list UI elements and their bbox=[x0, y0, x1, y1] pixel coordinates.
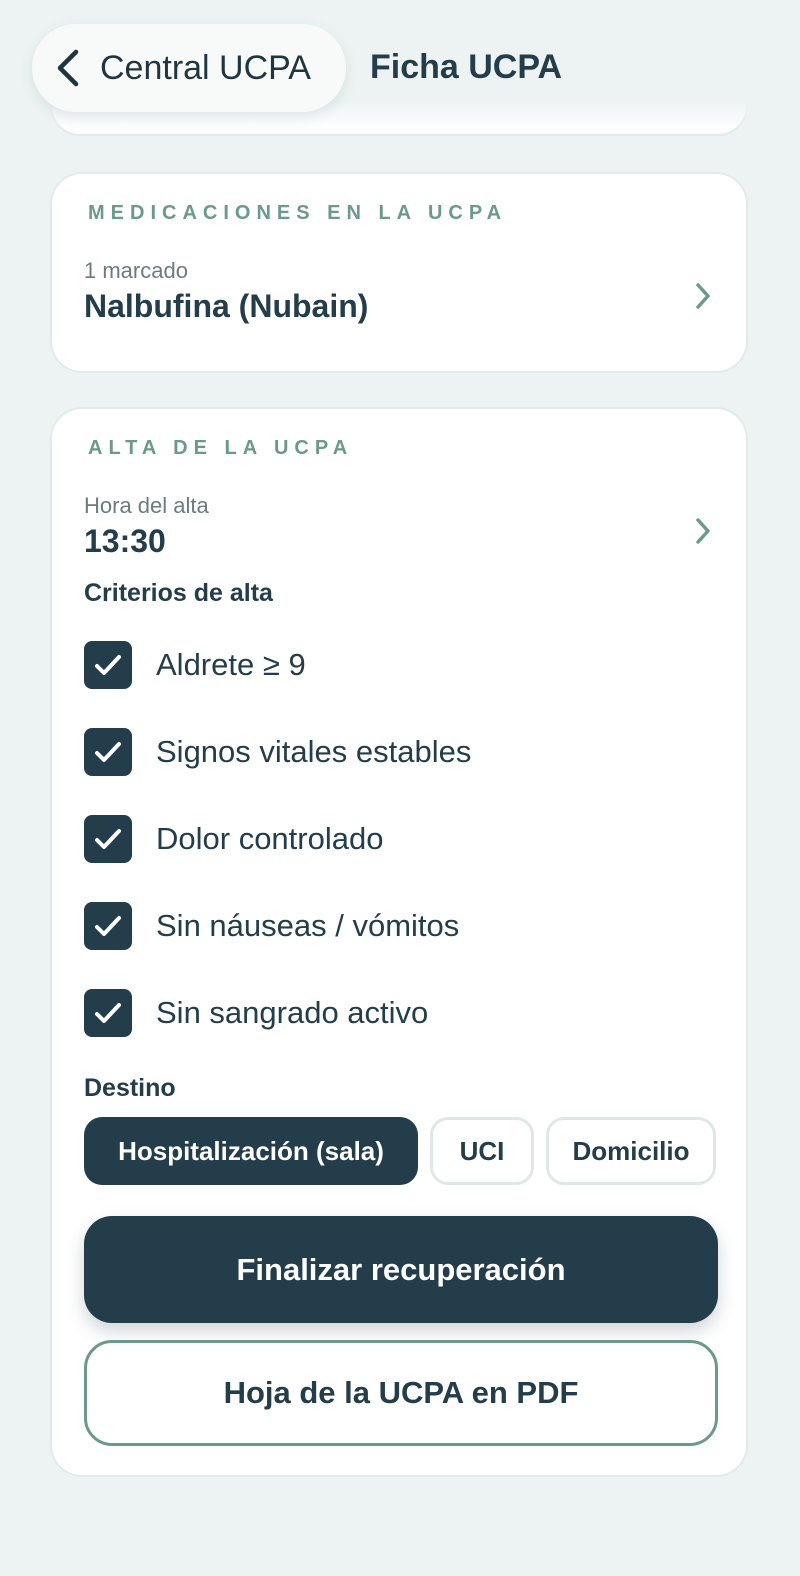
destination-option-home[interactable]: Domicilio bbox=[546, 1117, 716, 1185]
checkmark-icon bbox=[95, 1003, 121, 1023]
medications-value: Nalbufina (Nubain) bbox=[84, 288, 369, 324]
medications-section-title: MEDICACIONES EN LA UCPA bbox=[88, 202, 508, 224]
chevron-right-icon bbox=[694, 517, 712, 545]
checkbox-checked[interactable] bbox=[84, 989, 132, 1037]
criterion-label: Sin sangrado activo bbox=[156, 995, 429, 1030]
criterion-checkbox-row[interactable]: Dolor controlado bbox=[84, 814, 684, 864]
checkbox-checked[interactable] bbox=[84, 815, 132, 863]
chevron-left-icon bbox=[54, 48, 84, 88]
destination-option-ward[interactable]: Hospitalización (sala) bbox=[84, 1117, 418, 1185]
criterion-checkbox-row[interactable]: Sin náuseas / vómitos bbox=[84, 901, 684, 951]
medications-row[interactable]: 1 marcado Nalbufina (Nubain) bbox=[52, 246, 746, 356]
checkmark-icon bbox=[95, 829, 121, 849]
back-button[interactable]: Central UCPA bbox=[32, 24, 346, 112]
criterion-label: Sin náuseas / vómitos bbox=[156, 908, 460, 943]
criterion-label: Dolor controlado bbox=[156, 821, 384, 856]
checkbox-checked[interactable] bbox=[84, 902, 132, 950]
discharge-card: ALTA DE LA UCPA Hora del alta 13:30 Crit… bbox=[50, 407, 748, 1477]
checkbox-checked[interactable] bbox=[84, 641, 132, 689]
pdf-sheet-button[interactable]: Hoja de la UCPA en PDF bbox=[84, 1340, 718, 1446]
medications-card: MEDICACIONES EN LA UCPA 1 marcado Nalbuf… bbox=[50, 172, 748, 373]
finalize-recovery-button[interactable]: Finalizar recuperación bbox=[84, 1216, 718, 1323]
checkmark-icon bbox=[95, 742, 121, 762]
chevron-right-icon bbox=[694, 282, 712, 310]
medications-count: 1 marcado bbox=[84, 258, 188, 283]
criteria-heading: Criterios de alta bbox=[84, 579, 273, 607]
destination-heading: Destino bbox=[84, 1074, 176, 1102]
criterion-label: Signos vitales estables bbox=[156, 734, 472, 769]
discharge-time-value: 13:30 bbox=[84, 523, 166, 559]
criterion-checkbox-row[interactable]: Signos vitales estables bbox=[84, 727, 684, 777]
checkmark-icon bbox=[95, 916, 121, 936]
ucpa-sheet-screen: Central UCPA Ficha UCPA MEDICACIONES EN … bbox=[0, 0, 800, 1576]
criterion-label: Aldrete ≥ 9 bbox=[156, 647, 306, 682]
checkbox-checked[interactable] bbox=[84, 728, 132, 776]
discharge-time-row[interactable]: Hora del alta 13:30 bbox=[52, 481, 746, 567]
criterion-checkbox-row[interactable]: Aldrete ≥ 9 bbox=[84, 640, 684, 690]
criterion-checkbox-row[interactable]: Sin sangrado activo bbox=[84, 988, 684, 1038]
back-button-label: Central UCPA bbox=[100, 48, 311, 87]
destination-option-icu[interactable]: UCI bbox=[430, 1117, 534, 1185]
discharge-time-label: Hora del alta bbox=[84, 493, 209, 518]
checkmark-icon bbox=[95, 655, 121, 675]
page-title: Ficha UCPA bbox=[370, 48, 563, 86]
discharge-section-title: ALTA DE LA UCPA bbox=[88, 437, 354, 459]
